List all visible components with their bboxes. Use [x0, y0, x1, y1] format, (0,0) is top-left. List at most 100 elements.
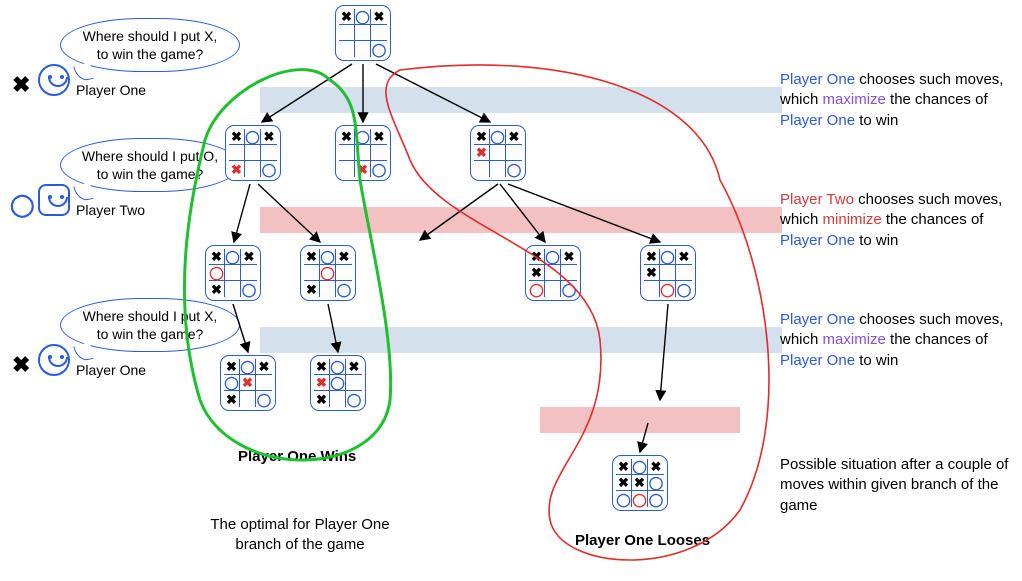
board-cell: ◯	[256, 391, 272, 407]
board-cell	[355, 145, 371, 161]
board-cell: ◯	[648, 491, 664, 507]
board-l3b: ✖◯✖✖◯✖◯	[310, 355, 366, 411]
board-cell: ✖	[339, 9, 355, 25]
board-root: ✖◯✖◯	[335, 5, 391, 61]
board-cell: ◯	[224, 375, 240, 391]
later-band	[540, 407, 740, 433]
board-cell: ◯	[660, 249, 676, 265]
board-cell: ✖	[209, 249, 225, 265]
board-cell	[561, 265, 577, 281]
board-cell: ◯	[490, 129, 506, 145]
bubble-player-one-2: Where should I put X, to win the game?	[60, 298, 240, 352]
board-cell: ◯	[371, 41, 387, 57]
o-mark-icon: ◯	[10, 192, 35, 218]
board-cell	[240, 391, 256, 407]
board-cell	[644, 281, 660, 297]
player-one-face-icon-2	[38, 344, 70, 376]
board-cell	[261, 145, 277, 161]
minimax-diagram: Player One chooses such moves, which max…	[0, 0, 1022, 581]
board-cell: ✖	[616, 459, 632, 475]
board-cell: ✖	[314, 391, 330, 407]
bubble-player-one-1: Where should I put X, to win the game?	[60, 18, 240, 72]
board-cell: ◯	[209, 265, 225, 281]
board-l1a: ✖◯✖✖◯	[225, 125, 281, 181]
board-cell	[225, 265, 241, 281]
board-cell: ◯	[245, 129, 261, 145]
board-cell	[474, 161, 490, 177]
board-cell	[245, 145, 261, 161]
board-cell: ◯	[355, 129, 371, 145]
board-cell	[346, 375, 362, 391]
board-l2d: ✖◯✖✖◯◯	[640, 245, 696, 301]
board-cell: ◯	[355, 9, 371, 25]
board-cell	[339, 41, 355, 57]
board-l2b: ✖◯✖◯✖◯	[300, 245, 356, 301]
caption-level1: Player One chooses such moves, which max…	[780, 70, 1010, 131]
board-cell: ✖	[355, 161, 371, 177]
player-one-label-1: Player One	[76, 82, 146, 98]
board-cell: ◯	[225, 249, 241, 265]
board-cell: ✖	[529, 265, 545, 281]
board-cell: ✖	[474, 145, 490, 161]
caption-level2: Player Two chooses such moves, which min…	[780, 190, 1010, 251]
board-l2a: ✖◯✖◯✖◯	[205, 245, 261, 301]
board-cell: ✖	[314, 359, 330, 375]
label-wins: Player One Wins	[238, 448, 356, 465]
board-cell: ✖	[506, 129, 522, 145]
board-cell: ✖	[209, 281, 225, 297]
x-mark-icon-2: ✖	[12, 352, 30, 378]
board-cell: ◯	[330, 375, 346, 391]
board-cell	[339, 25, 355, 41]
board-cell: ✖	[676, 249, 692, 265]
board-cell: ✖	[648, 459, 664, 475]
board-cell: ✖	[561, 249, 577, 265]
board-cell: ✖	[314, 375, 330, 391]
board-cell: ◯	[632, 459, 648, 475]
board-cell	[320, 281, 336, 297]
board-cell	[330, 391, 346, 407]
board-cell	[506, 145, 522, 161]
board-cell: ◯	[676, 281, 692, 297]
board-cell: ✖	[529, 249, 545, 265]
board-l1c: ✖◯✖✖◯	[470, 125, 526, 181]
board-cell	[545, 265, 561, 281]
red-region	[386, 65, 769, 560]
board-cell: ◯	[545, 249, 561, 265]
board-cell: ✖	[644, 249, 660, 265]
board-cell	[355, 25, 371, 41]
board-cell: ◯	[371, 161, 387, 177]
board-cell: ◯	[240, 359, 256, 375]
board-cell	[660, 265, 676, 281]
level2-band	[260, 207, 782, 233]
board-cell: ✖	[224, 359, 240, 375]
board-cell: ◯	[241, 281, 257, 297]
board-cell: ◯	[320, 265, 336, 281]
board-cell: ✖	[371, 9, 387, 25]
board-cell	[545, 281, 561, 297]
board-l3a: ✖◯✖◯✖✖◯	[220, 355, 276, 411]
board-cell: ✖	[346, 359, 362, 375]
board-cell	[225, 281, 241, 297]
board-cell	[256, 375, 272, 391]
board-cell	[490, 161, 506, 177]
player-two-face-icon	[38, 184, 70, 216]
board-l1b: ✖◯✖✖◯	[335, 125, 391, 181]
board-cell	[490, 145, 506, 161]
board-cell	[371, 25, 387, 41]
board-cell: ✖	[241, 249, 257, 265]
board-cell: ✖	[229, 129, 245, 145]
board-l2c: ✖◯✖✖◯◯	[525, 245, 581, 301]
board-cell: ✖	[261, 129, 277, 145]
caption-level3: Player One chooses such moves, which max…	[780, 310, 1010, 371]
board-cell	[339, 145, 355, 161]
caption-loose: Possible situation after a couple of mov…	[780, 455, 1010, 516]
bubble-player-two: Where should I put O, to win the game?	[60, 138, 240, 192]
board-cell	[245, 161, 261, 177]
board-cell: ✖	[632, 475, 648, 491]
board-cell: ✖	[339, 129, 355, 145]
level1-band	[260, 87, 782, 113]
board-cell: ✖	[474, 129, 490, 145]
board-cell	[371, 145, 387, 161]
board-cell: ◯	[632, 491, 648, 507]
board-cell: ✖	[240, 375, 256, 391]
